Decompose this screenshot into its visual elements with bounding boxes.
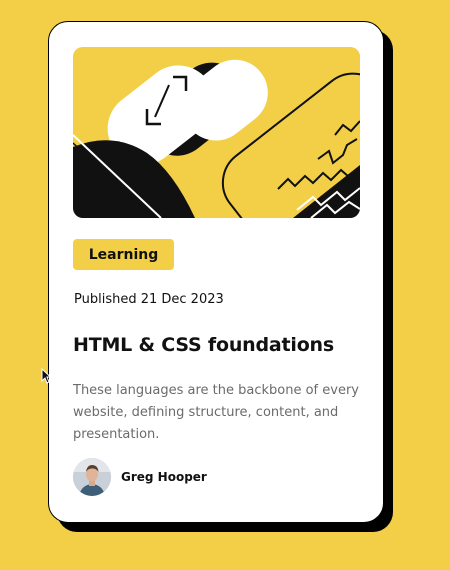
author-name: Greg Hooper	[121, 470, 207, 484]
category-tag[interactable]: Learning	[73, 239, 174, 270]
page-background: { "card": { "tag_label": "Learning", "pu…	[0, 0, 450, 570]
avatar	[73, 458, 111, 496]
blog-preview-card[interactable]: Learning Published 21 Dec 2023 HTML & CS…	[48, 21, 384, 523]
abstract-illustration-icon	[73, 47, 360, 218]
card-title[interactable]: HTML & CSS foundations	[73, 334, 334, 356]
mouse-pointer-icon	[41, 368, 51, 384]
hero-illustration	[73, 47, 360, 218]
published-date: Published 21 Dec 2023	[74, 292, 224, 307]
person-avatar-icon	[73, 458, 111, 496]
card-description: These languages are the backbone of ever…	[73, 383, 359, 442]
author: Greg Hooper	[73, 458, 207, 496]
